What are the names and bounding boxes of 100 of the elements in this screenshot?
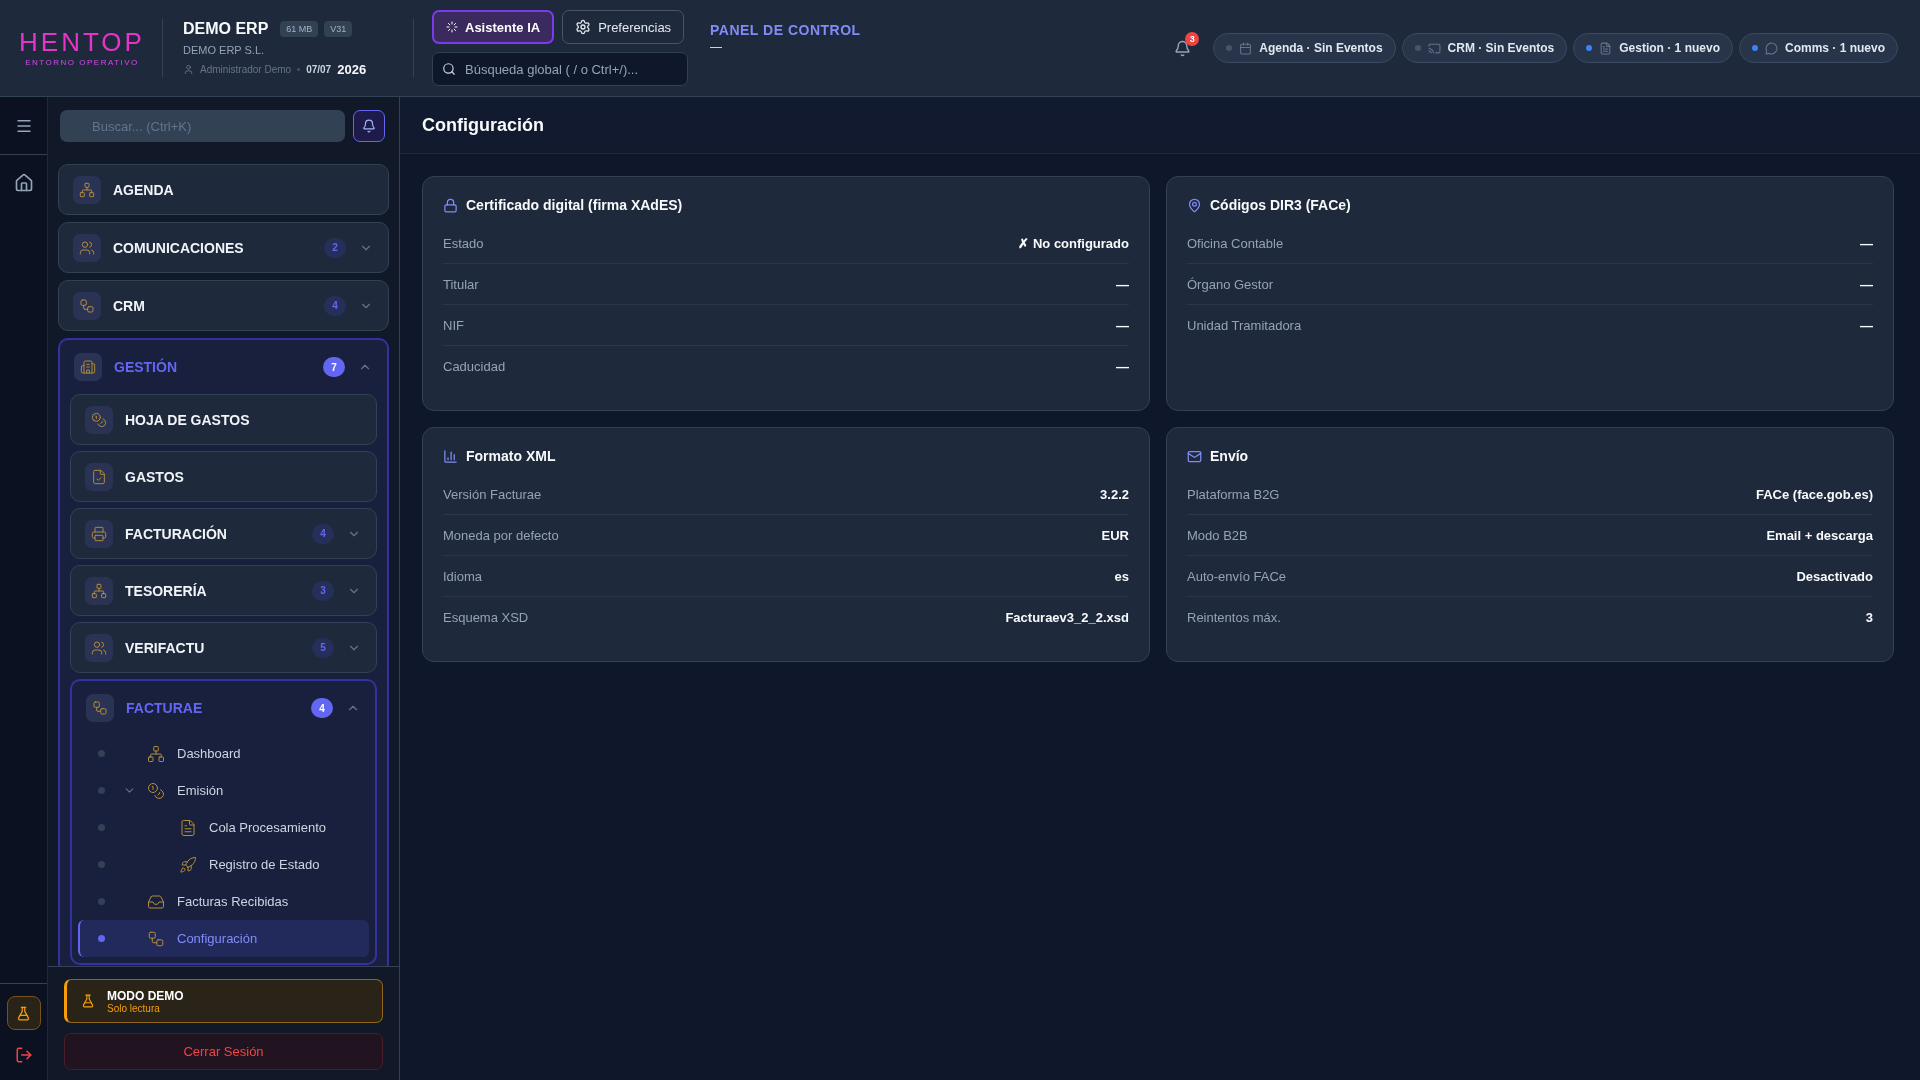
settings-icon bbox=[575, 19, 592, 35]
field-label: Modo B2B bbox=[1187, 527, 1248, 543]
nav-icon bbox=[85, 405, 113, 434]
nav-icon bbox=[73, 291, 101, 320]
nav-icon bbox=[85, 576, 113, 605]
field-value: 3.2.2 bbox=[1100, 486, 1129, 502]
card-icon bbox=[1187, 448, 1202, 464]
bullet-dot bbox=[98, 787, 105, 794]
company-name: DEMO ERP bbox=[183, 19, 269, 38]
field-value: Facturaev3_2_2.xsd bbox=[1005, 609, 1129, 625]
nav-icon bbox=[86, 694, 114, 722]
header-button[interactable]: Asistente IA bbox=[432, 10, 555, 44]
nav-link[interactable]: Cola Procesamiento bbox=[78, 809, 369, 846]
nav-group-header[interactable]: FACTURAE 4 bbox=[72, 681, 375, 735]
logout-icon bbox=[14, 1046, 33, 1064]
count-badge: 3 bbox=[312, 580, 334, 601]
status-chip[interactable]: Comms · 1 nuevo bbox=[1738, 33, 1898, 63]
field-value: ✗ No configurado bbox=[1018, 235, 1129, 251]
nav-group-header[interactable]: CRM 4 bbox=[59, 281, 388, 330]
field-value: EUR bbox=[1101, 527, 1129, 543]
nav-icon bbox=[85, 462, 113, 491]
count-badge: 7 bbox=[323, 357, 345, 377]
info-badge: 61 MB bbox=[280, 20, 319, 37]
count-badge: 4 bbox=[324, 295, 346, 316]
count-badge: 4 bbox=[311, 698, 333, 718]
header-button[interactable]: Preferencias bbox=[562, 10, 685, 44]
logo-tagline: ENTORNO OPERATIVO bbox=[25, 58, 139, 67]
chip-icon bbox=[1764, 41, 1778, 55]
company-legal-name: DEMO ERP S.L. bbox=[183, 43, 266, 56]
search-icon bbox=[442, 62, 456, 76]
flask-icon bbox=[16, 1005, 31, 1021]
card-icon bbox=[1187, 197, 1202, 213]
demo-title: MODO DEMO bbox=[107, 988, 184, 1003]
bell-icon bbox=[1174, 39, 1192, 57]
nav-icon bbox=[147, 781, 165, 800]
nav-group-header[interactable]: AGENDA bbox=[59, 165, 388, 214]
chip-icon bbox=[1239, 41, 1253, 55]
card-title: Códigos DIR3 (FACe) bbox=[1210, 197, 1351, 213]
field-label: Unidad Tramitadora bbox=[1187, 317, 1302, 333]
nav-link[interactable]: Registro de Estado bbox=[78, 846, 369, 883]
nav-icon bbox=[179, 855, 197, 874]
status-chip[interactable]: CRM · Sin Eventos bbox=[1401, 33, 1568, 63]
nav-group-header[interactable]: VERIFACTU 5 bbox=[71, 623, 376, 672]
info-badge: V31 bbox=[324, 20, 353, 37]
global-search-field[interactable]: Búsqueda global ( / o Ctrl+/)... bbox=[432, 52, 688, 86]
nav-icon bbox=[85, 633, 113, 662]
field-value: — bbox=[1116, 358, 1129, 374]
nav-group-header[interactable]: GESTIÓN 7 bbox=[60, 340, 387, 394]
count-badge: 4 bbox=[312, 523, 334, 544]
nav-icon bbox=[147, 744, 165, 763]
field-label: Auto-envío FACe bbox=[1187, 568, 1286, 584]
field-value: Desactivado bbox=[1796, 568, 1873, 584]
section-title: PANEL DE CONTROL bbox=[710, 22, 861, 38]
notification-count: 3 bbox=[1185, 31, 1200, 46]
nav-link[interactable]: Facturas Recibidas bbox=[78, 883, 369, 920]
spinner-icon bbox=[446, 21, 458, 33]
flask-button[interactable] bbox=[6, 996, 41, 1030]
chip-icon bbox=[1427, 41, 1441, 55]
nav-group-header[interactable]: COMUNICACIONES 2 bbox=[59, 223, 388, 272]
nav-link[interactable]: Dashboard bbox=[78, 735, 369, 772]
page-title: Configuración bbox=[422, 114, 544, 136]
field-label: Órgano Gestor bbox=[1187, 276, 1273, 292]
bullet-dot bbox=[98, 935, 105, 942]
field-value: 3 bbox=[1865, 609, 1873, 625]
user-name: Administrador Demo bbox=[200, 63, 292, 75]
nav-group-header[interactable]: HOJA DE GASTOS bbox=[71, 395, 376, 444]
bullet-dot bbox=[98, 861, 105, 868]
field-value: es bbox=[1114, 568, 1129, 584]
count-badge: 2 bbox=[324, 237, 346, 258]
chip-icon bbox=[1599, 41, 1613, 55]
field-label: Esquema XSD bbox=[443, 609, 529, 625]
field-value: — bbox=[1116, 317, 1129, 333]
field-label: Plataforma B2G bbox=[1187, 486, 1280, 502]
field-value: Email + descarga bbox=[1766, 527, 1873, 543]
card-title: Envío bbox=[1210, 448, 1249, 464]
nav-group-header[interactable]: GASTOS bbox=[71, 452, 376, 501]
nav-group-header[interactable]: TESORERÍA 3 bbox=[71, 566, 376, 615]
nav-icon bbox=[73, 175, 101, 204]
nav-group-header[interactable]: FACTURACIÓN 4 bbox=[71, 509, 376, 558]
nav-icon bbox=[85, 519, 113, 548]
bullet-dot bbox=[98, 824, 105, 831]
card-icon bbox=[443, 448, 458, 464]
date-text: 07/07 bbox=[306, 63, 332, 75]
nav-icon bbox=[179, 818, 197, 837]
field-label: Oficina Contable bbox=[1187, 235, 1284, 251]
card-icon bbox=[443, 197, 458, 213]
nav-link[interactable]: Emisión bbox=[78, 772, 369, 809]
logout-button[interactable]: Cerrar Sesión bbox=[64, 1033, 383, 1070]
status-chip[interactable]: Gestion · 1 nuevo bbox=[1573, 33, 1733, 63]
field-label: Estado bbox=[443, 235, 484, 251]
status-chip[interactable]: Agenda · Sin Eventos bbox=[1213, 33, 1396, 63]
alerts-button[interactable] bbox=[353, 110, 385, 142]
home-icon bbox=[13, 173, 34, 193]
field-value: — bbox=[1860, 235, 1873, 251]
field-label: Caducidad bbox=[443, 358, 506, 374]
section-subtitle: — bbox=[710, 40, 723, 54]
field-label: Moneda por defecto bbox=[443, 527, 559, 543]
user-icon bbox=[183, 63, 194, 75]
nav-icon bbox=[73, 233, 101, 262]
nav-link[interactable]: Configuración bbox=[78, 920, 369, 957]
